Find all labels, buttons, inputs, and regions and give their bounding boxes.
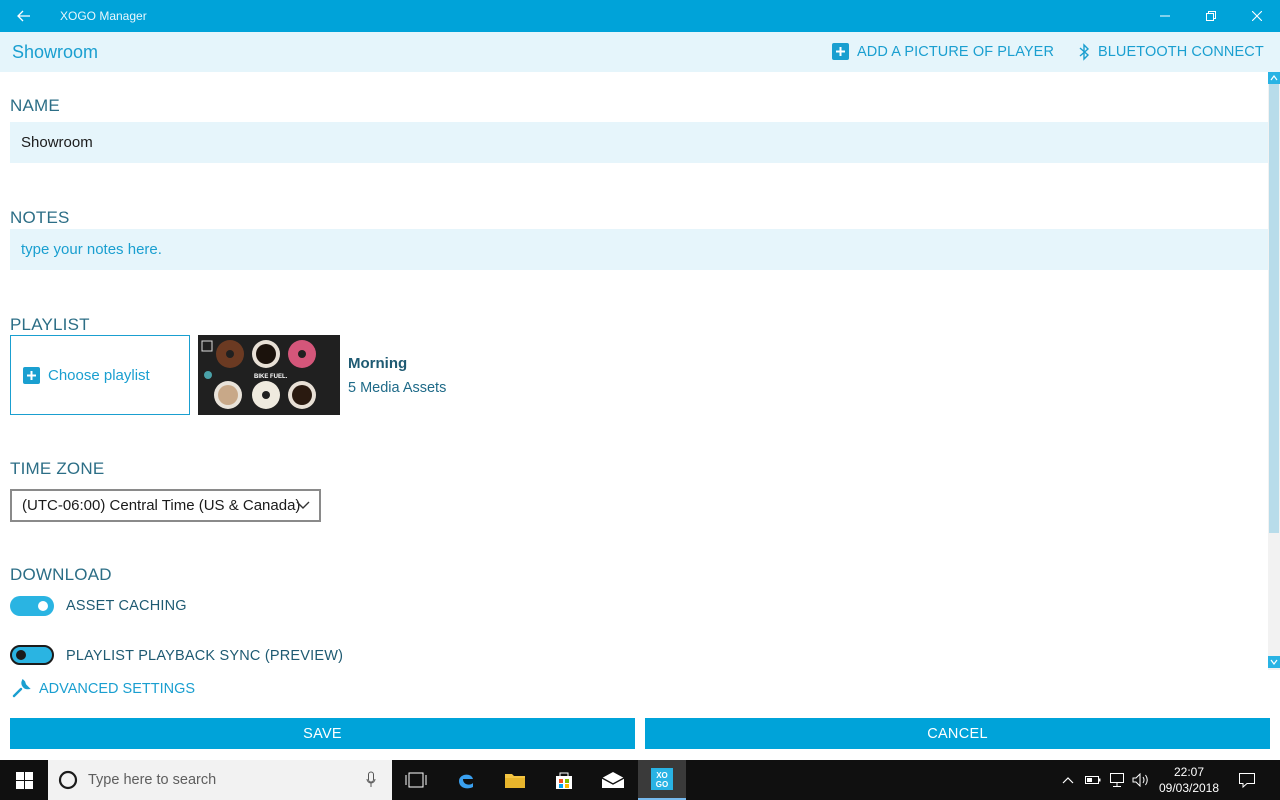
wrench-icon [12, 679, 31, 698]
playlist-thumbnail[interactable]: BIKE FUEL. [198, 335, 340, 415]
page-title: Showroom [12, 42, 99, 62]
back-arrow-icon [17, 10, 30, 22]
folder-icon [505, 774, 525, 788]
battery-icon [1085, 776, 1101, 784]
show-hidden-icons-button[interactable] [1058, 760, 1078, 800]
time-zone-select[interactable]: (UTC-06:00) Central Time (US & Canada) [10, 489, 321, 522]
add-square-icon [832, 43, 849, 60]
clock-time: 22:07 [1173, 765, 1205, 779]
thumbnail-caption: BIKE FUEL. [254, 374, 288, 380]
close-icon [1252, 11, 1262, 21]
time-zone-label: TIME ZONE [10, 459, 105, 478]
notification-icon [1239, 772, 1255, 788]
playback-sync-toggle[interactable] [10, 645, 54, 665]
restore-icon [1206, 11, 1216, 21]
restore-button[interactable] [1188, 0, 1234, 32]
svg-text:GO: GO [656, 780, 668, 789]
xogo-app-icon: XOGO [651, 768, 673, 790]
network-tray-button[interactable] [1106, 760, 1130, 800]
scroll-thumb[interactable] [1269, 84, 1279, 533]
network-icon [1110, 773, 1124, 787]
asset-caching-label: ASSET CACHING [66, 598, 187, 614]
toggle-knob [16, 650, 26, 660]
bluetooth-connect-button[interactable]: BLUETOOTH CONNECT [1078, 43, 1264, 61]
store-button[interactable] [540, 760, 588, 800]
choose-playlist-button[interactable]: Choose playlist [10, 335, 190, 415]
edge-browser-button[interactable] [442, 760, 490, 800]
bluetooth-label: BLUETOOTH CONNECT [1098, 44, 1264, 60]
advanced-settings-link[interactable]: ADVANCED SETTINGS [12, 679, 195, 698]
store-bag-icon [556, 772, 572, 789]
donuts-coffee-image: BIKE FUEL. [198, 335, 340, 415]
taskbar-clock[interactable]: 22:07 09/03/2018 [1158, 764, 1220, 796]
add-square-icon [23, 366, 40, 384]
windows-taskbar: Type here to search XO GO 22:07 09/03/201… [0, 760, 1280, 800]
playlist-asset-count: 5 Media Assets [348, 380, 447, 396]
notes-field[interactable]: type your notes here. [10, 229, 1268, 270]
name-field[interactable]: Showroom [10, 122, 1268, 163]
title-bar: XOGO Manager [0, 0, 1280, 32]
choose-playlist-label: Choose playlist [48, 366, 150, 384]
battery-tray-button[interactable] [1082, 760, 1104, 800]
microphone-icon[interactable] [366, 771, 376, 789]
time-zone-value: (UTC-06:00) Central Time (US & Canada) [22, 497, 301, 514]
cortana-icon [58, 770, 78, 790]
action-center-button[interactable] [1230, 760, 1264, 800]
close-button[interactable] [1234, 0, 1280, 32]
name-label: NAME [10, 96, 60, 115]
back-button[interactable] [10, 4, 38, 28]
minimize-icon [1160, 15, 1170, 17]
add-picture-label: ADD A PICTURE OF PLAYER [857, 43, 1055, 60]
clock-date: 09/03/2018 [1158, 781, 1220, 795]
player-settings-form: NAME Showroom NOTES type your notes here… [0, 72, 1268, 698]
scroll-up-arrow[interactable] [1268, 72, 1280, 84]
cancel-button[interactable]: CANCEL [645, 718, 1270, 749]
notes-label: NOTES [10, 208, 70, 227]
chevron-down-icon [296, 501, 310, 509]
advanced-settings-label: ADVANCED SETTINGS [39, 680, 196, 697]
xogo-app-button[interactable]: XO GO [638, 760, 686, 800]
mail-icon [601, 772, 625, 788]
task-view-icon [405, 772, 427, 788]
scroll-down-arrow[interactable] [1268, 656, 1280, 668]
chevron-up-icon [1270, 75, 1278, 81]
minimize-button[interactable] [1142, 0, 1188, 32]
page-header: Showroom ADD A PICTURE OF PLAYER BLUETOO… [0, 32, 1280, 72]
mail-button[interactable] [589, 760, 637, 800]
speaker-icon [1132, 773, 1148, 787]
download-label: DOWNLOAD [10, 565, 112, 584]
playlist-label: PLAYLIST [10, 315, 90, 334]
toggle-knob [38, 601, 48, 611]
asset-caching-toggle[interactable] [10, 596, 54, 616]
chevron-down-icon [1270, 659, 1278, 665]
file-explorer-button[interactable] [491, 760, 539, 800]
taskbar-search-box[interactable]: Type here to search [48, 760, 392, 800]
playlist-name: Morning [348, 355, 408, 372]
task-view-button[interactable] [392, 760, 440, 800]
edge-icon [459, 774, 473, 789]
volume-tray-button[interactable] [1130, 760, 1152, 800]
app-title: XOGO Manager [60, 9, 147, 23]
save-button[interactable]: SAVE [10, 718, 635, 749]
vertical-scrollbar[interactable] [1268, 72, 1280, 670]
windows-logo-icon [15, 771, 33, 789]
add-picture-button[interactable]: ADD A PICTURE OF PLAYER [832, 43, 1054, 60]
start-button[interactable] [0, 760, 48, 800]
chevron-up-icon [1062, 777, 1074, 784]
search-placeholder: Type here to search [88, 772, 217, 788]
playback-sync-label: PLAYLIST PLAYBACK SYNC (PREVIEW) [66, 648, 344, 664]
svg-text:XO: XO [656, 771, 668, 780]
bluetooth-icon [1079, 43, 1090, 61]
